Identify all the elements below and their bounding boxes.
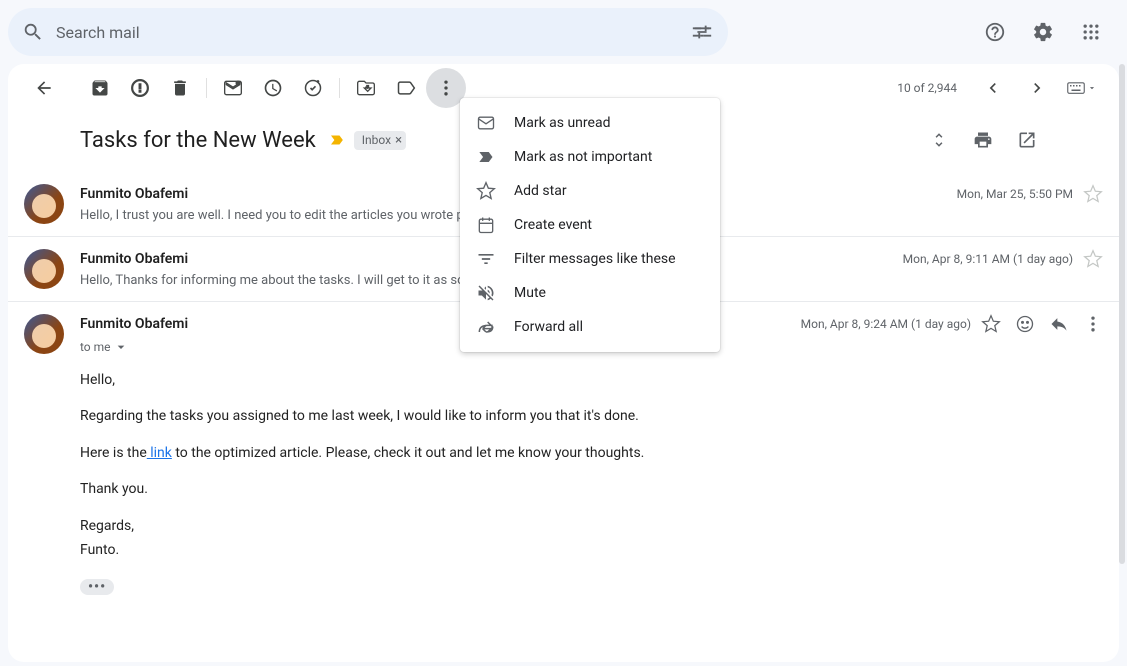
message-time: Mon, Mar 25, 5:50 PM (957, 187, 1073, 201)
back-button[interactable] (24, 68, 64, 108)
mark-unread-button[interactable] (213, 68, 253, 108)
body-greeting: Hello, (80, 369, 1103, 391)
input-tools-button[interactable] (1061, 77, 1103, 99)
menu-item-label: Forward all (514, 319, 583, 335)
menu-item-label: Mark as not important (514, 149, 652, 165)
sender-name: Funmito Obafemi (80, 316, 188, 332)
important-marker-icon[interactable] (328, 131, 346, 149)
snooze-button[interactable] (253, 68, 293, 108)
add-to-tasks-button[interactable] (293, 68, 333, 108)
remove-label-icon[interactable]: × (395, 133, 402, 148)
mail-panel: 10 of 2,944 Tasks for the New Week Inbox… (8, 64, 1119, 662)
message-more-button[interactable] (1083, 314, 1103, 334)
menu-filter-messages[interactable]: Filter messages like these (460, 242, 720, 276)
menu-forward-all[interactable]: Forward all (460, 310, 720, 344)
star-button[interactable] (1083, 249, 1103, 269)
new-window-button[interactable] (1007, 120, 1047, 160)
topbar (0, 0, 1127, 64)
email-body: Hello, Regarding the tasks you assigned … (80, 369, 1103, 599)
search-icon (22, 21, 44, 43)
email-subject: Tasks for the New Week (80, 128, 316, 153)
react-button[interactable] (1015, 314, 1035, 334)
menu-mark-not-important[interactable]: Mark as not important (460, 140, 720, 174)
show-trimmed-button[interactable]: ••• (80, 579, 114, 595)
search-input[interactable] (44, 23, 682, 42)
newer-button[interactable] (973, 68, 1013, 108)
menu-create-event[interactable]: Create event (460, 208, 720, 242)
apps-button[interactable] (1071, 12, 1111, 52)
spam-button[interactable] (120, 68, 160, 108)
menu-item-label: Add star (514, 183, 567, 199)
menu-item-label: Mark as unread (514, 115, 610, 131)
delete-button[interactable] (160, 68, 200, 108)
more-actions-menu: Mark as unread Mark as not important Add… (460, 98, 720, 352)
star-button[interactable] (981, 314, 1001, 334)
body-paragraph: Regarding the tasks you assigned to me l… (80, 405, 1103, 427)
menu-item-label: Create event (514, 217, 592, 233)
menu-mark-unread[interactable]: Mark as unread (460, 106, 720, 140)
label-text: Inbox (362, 133, 391, 147)
support-button[interactable] (975, 12, 1015, 52)
body-signature: Funto. (80, 539, 1103, 561)
menu-mute[interactable]: Mute (460, 276, 720, 310)
menu-add-star[interactable]: Add star (460, 174, 720, 208)
sender-name: Funmito Obafemi (80, 251, 188, 267)
sender-name: Funmito Obafemi (80, 186, 188, 202)
body-paragraph: Here is the link to the optimized articl… (80, 442, 1103, 464)
avatar (24, 184, 64, 224)
labels-button[interactable] (386, 68, 426, 108)
archive-button[interactable] (80, 68, 120, 108)
inbox-label-chip[interactable]: Inbox × (354, 131, 406, 150)
reply-button[interactable] (1049, 314, 1069, 334)
older-button[interactable] (1017, 68, 1057, 108)
settings-button[interactable] (1023, 12, 1063, 52)
recipient-text: to me (80, 340, 111, 354)
scrollbar[interactable] (1119, 64, 1127, 666)
menu-item-label: Mute (514, 285, 546, 301)
show-details-icon[interactable] (113, 339, 129, 355)
message-time: Mon, Apr 8, 9:11 AM (1 day ago) (903, 252, 1073, 266)
menu-item-label: Filter messages like these (514, 251, 676, 267)
expand-all-button[interactable] (919, 120, 959, 160)
message-counter: 10 of 2,944 (897, 81, 957, 95)
body-thanks: Thank you. (80, 478, 1103, 500)
print-button[interactable] (963, 120, 1003, 160)
move-to-button[interactable] (346, 68, 386, 108)
star-button[interactable] (1083, 184, 1103, 204)
avatar (24, 314, 64, 354)
search-options-button[interactable] (682, 12, 722, 52)
message-time: Mon, Apr 8, 9:24 AM (1 day ago) (801, 317, 971, 331)
recipient-line[interactable]: to me (80, 339, 129, 355)
topbar-right (975, 12, 1111, 52)
avatar (24, 249, 64, 289)
article-link[interactable]: link (147, 445, 172, 461)
search-box[interactable] (8, 8, 728, 56)
body-regards: Regards, (80, 515, 1103, 537)
